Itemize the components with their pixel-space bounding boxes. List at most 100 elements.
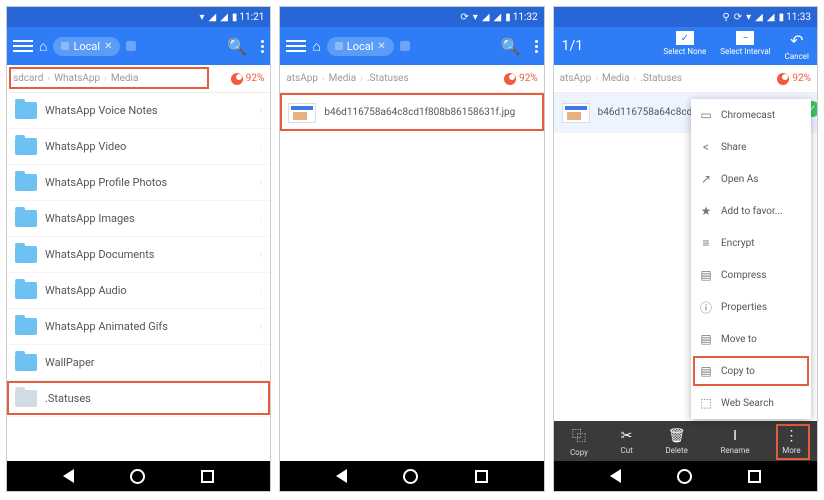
list-item[interactable]: WallPaper› (7, 345, 270, 381)
phone-screen-1: ▾ ◢ ◢ ▮ 11:21 ⌂ Local ✕ 🔍 sdcard › Whats… (6, 6, 271, 492)
copy-icon: ⿻ (572, 426, 586, 446)
list-item[interactable]: WhatsApp Animated Gifs› (7, 309, 270, 345)
menu-label: Web Search (721, 398, 774, 409)
delete-button[interactable]: 🗑Delete (665, 428, 688, 455)
menu-label: Share (721, 142, 746, 153)
lock-icon: ≡ (699, 236, 713, 250)
breadcrumb[interactable]: atsApp › Media › .Statuses 92% (280, 65, 543, 93)
home-icon[interactable]: ⌂ (39, 38, 47, 55)
more-icon[interactable] (535, 38, 538, 55)
tab-indicator (400, 41, 410, 51)
action-bar: ⿻ Copy ✂Cut 🗑Delete I Rename ⋮More (554, 421, 817, 461)
list-item[interactable]: b46d116758a64c8cd1f808b86158631f.jpg (280, 93, 543, 133)
signal-icon: ◢ (755, 12, 763, 23)
chevron-right-icon: › (260, 178, 262, 187)
folder-icon (15, 318, 37, 335)
list-item[interactable]: WhatsApp Voice Notes› (7, 93, 270, 129)
breadcrumb-segment[interactable]: sdcard (13, 73, 43, 84)
select-none-button[interactable]: ✓Select None (663, 31, 706, 61)
list-item[interactable]: WhatsApp Documents› (7, 237, 270, 273)
breadcrumb-segment[interactable]: atsApp (286, 73, 318, 84)
recents-button[interactable] (201, 470, 214, 483)
back-button[interactable] (336, 469, 347, 483)
menu-icon[interactable] (13, 40, 33, 52)
clock: 11:32 (513, 12, 538, 23)
item-label: WhatsApp Video (45, 140, 126, 153)
menu-encrypt[interactable]: ≡Encrypt (691, 227, 811, 259)
phone-screen-2: ⟳ ▾ ◢ ◢ ▮ 11:32 ⌂ Local ✕ 🔍 atsApp › Med… (279, 6, 544, 492)
copy-button[interactable]: ⿻ Copy (570, 426, 588, 457)
list-item[interactable]: WhatsApp Audio› (7, 273, 270, 309)
more-icon[interactable] (261, 38, 264, 55)
list-item[interactable]: .Statuses› (7, 381, 270, 417)
app-bar: ⌂ Local ✕ 🔍 (7, 27, 270, 65)
folder-icon (15, 282, 37, 299)
home-button[interactable] (677, 469, 692, 484)
breadcrumb-segment[interactable]: .Statuses (640, 73, 682, 84)
list-item[interactable]: WhatsApp Video› (7, 129, 270, 165)
back-button[interactable] (63, 469, 74, 483)
more-button[interactable]: ⋮More (782, 428, 800, 455)
star-icon: ★ (699, 204, 713, 218)
breadcrumb-segment[interactable]: WhatsApp (54, 73, 100, 84)
menu-compress[interactable]: ▤Compress (691, 259, 811, 291)
search-icon[interactable]: 🔍 (227, 37, 247, 56)
folder-icon (15, 174, 37, 191)
home-button[interactable] (130, 469, 145, 484)
move-icon: ▤ (699, 332, 713, 346)
breadcrumb-segment[interactable]: Media (329, 73, 357, 84)
breadcrumb-segment[interactable]: Media (602, 73, 630, 84)
search-icon: ⬚ (699, 396, 713, 410)
image-thumbnail (562, 103, 590, 123)
menu-copy-to[interactable]: ▤Copy to (691, 355, 811, 387)
back-button[interactable] (610, 469, 621, 483)
home-icon[interactable]: ⌂ (312, 38, 320, 55)
breadcrumb-segment[interactable]: Media (111, 73, 139, 84)
chevron-right-icon: › (595, 74, 598, 84)
item-label: b46d116758a64c8cd1f808b86158631f.jpg (324, 107, 515, 118)
search-icon[interactable]: 🔍 (501, 37, 521, 56)
chevron-right-icon: › (260, 358, 262, 367)
menu-chromecast[interactable]: ▭Chromecast (691, 99, 811, 131)
menu-share[interactable]: <Share (691, 131, 811, 163)
recents-button[interactable] (475, 470, 488, 483)
breadcrumb-segment[interactable]: .Statuses (367, 73, 409, 84)
recents-button[interactable] (748, 470, 761, 483)
menu-label: Chromecast (721, 110, 775, 121)
wifi-icon: ▾ (199, 12, 204, 23)
menu-icon[interactable] (286, 40, 306, 52)
cancel-button[interactable]: ↶Cancel (785, 31, 809, 61)
breadcrumb[interactable]: sdcard › WhatsApp › Media 92% (7, 65, 270, 93)
cut-button[interactable]: ✂Cut (621, 428, 633, 455)
folder-icon (15, 390, 37, 407)
rename-icon: I (733, 428, 737, 444)
folder-icon (15, 246, 37, 263)
close-icon[interactable]: ✕ (104, 41, 112, 52)
menu-label: Add to favor... (721, 206, 783, 217)
signal-icon: ◢ (220, 12, 228, 23)
item-label: WhatsApp Images (45, 212, 135, 225)
list-item[interactable]: WhatsApp Profile Photos › (7, 165, 270, 201)
location-chip[interactable]: Local ✕ (327, 37, 394, 56)
menu-favorite[interactable]: ★ Add to favor... (691, 195, 811, 227)
menu-label: Copy to (721, 366, 755, 377)
menu-properties[interactable]: ⓘProperties (691, 291, 811, 323)
action-label: Rename (720, 446, 749, 455)
file-list: WhatsApp Voice Notes› WhatsApp Video› Wh… (7, 93, 270, 461)
menu-web-search[interactable]: ⬚ Web Search (691, 387, 811, 419)
wifi-icon: ▾ (473, 12, 478, 23)
rename-button[interactable]: I Rename (720, 428, 749, 455)
home-button[interactable] (403, 469, 418, 484)
action-label: Copy (570, 448, 588, 457)
status-bar: ⟳ ▾ ◢ ◢ ▮ 11:32 (280, 7, 543, 27)
menu-open-as[interactable]: ↗Open As (691, 163, 811, 195)
close-icon[interactable]: ✕ (377, 41, 385, 52)
select-interval-button[interactable]: −Select Interval (720, 31, 770, 61)
item-label: WhatsApp Profile Photos (45, 176, 167, 189)
location-chip[interactable]: Local ✕ (53, 37, 120, 56)
menu-move-to[interactable]: ▤Move to (691, 323, 811, 355)
breadcrumb[interactable]: atsApp › Media › .Statuses 92% (554, 65, 817, 93)
list-item[interactable]: WhatsApp Images› (7, 201, 270, 237)
breadcrumb-segment[interactable]: atsApp (560, 73, 592, 84)
chevron-right-icon: › (260, 394, 262, 403)
